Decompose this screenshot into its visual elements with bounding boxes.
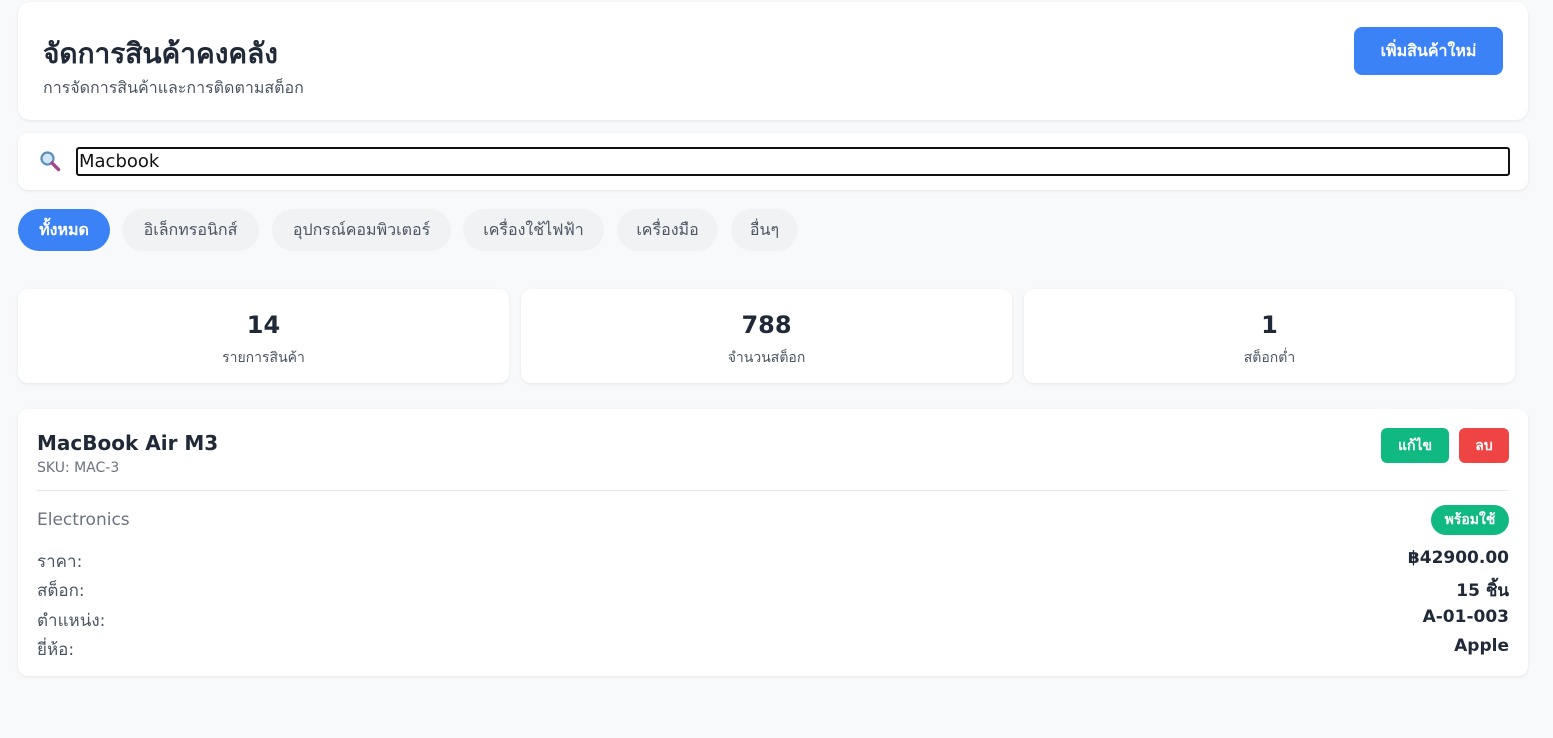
search-input[interactable]: [76, 147, 1510, 176]
tab-all[interactable]: ทั้งหมด: [18, 209, 110, 251]
product-card: MacBook Air M3 SKU: MAC-3 แก้ไข ลบ Elect…: [18, 409, 1528, 676]
product-category: Electronics: [37, 510, 130, 530]
tab-computer-equipment[interactable]: อุปกรณ์คอมพิวเตอร์: [272, 209, 451, 251]
search-bar: [18, 133, 1528, 190]
stat-label: รายการสินค้า: [222, 350, 305, 366]
stat-value: 14: [246, 311, 281, 339]
search-icon: [39, 150, 61, 172]
detail-row-stock: สต็อก: 15 ชิ้น: [37, 577, 1509, 601]
tab-appliances[interactable]: เครื่องใช้ไฟฟ้า: [463, 209, 604, 251]
product-sku: SKU: MAC-3: [37, 460, 120, 476]
detail-label: ตำแหน่ง:: [37, 611, 106, 631]
detail-row-location: ตำแหน่ง: A-01-003: [37, 607, 1509, 631]
stat-value: 788: [741, 311, 792, 339]
detail-value: A-01-003: [1422, 607, 1509, 627]
page-subtitle: การจัดการสินค้าและการติดตามสต็อก: [43, 78, 304, 97]
header-card: จัดการสินค้าคงคลัง การจัดการสินค้าและการ…: [18, 2, 1528, 120]
page-title: จัดการสินค้าคงคลัง: [43, 37, 278, 70]
detail-value: ฿42900.00: [1407, 548, 1509, 568]
tab-electronics[interactable]: อิเล็กทรอนิกส์: [122, 209, 259, 251]
stat-label: จำนวนสต็อก: [727, 350, 806, 366]
delete-button[interactable]: ลบ: [1459, 428, 1509, 463]
product-name: MacBook Air M3: [37, 431, 219, 455]
detail-row-price: ราคา: ฿42900.00: [37, 548, 1509, 572]
stat-card-items: 14 รายการสินค้า: [18, 289, 509, 383]
detail-label: ราคา:: [37, 552, 83, 572]
stat-card-low-stock: 1 สต็อกต่ำ: [1024, 289, 1515, 383]
status-badge: พร้อมใช้: [1431, 505, 1509, 535]
tab-tools[interactable]: เครื่องมือ: [617, 209, 718, 251]
edit-button[interactable]: แก้ไข: [1381, 428, 1449, 463]
detail-value: 15 ชิ้น: [1456, 581, 1509, 601]
detail-label: ยี่ห้อ:: [37, 640, 75, 660]
stat-label: สต็อกต่ำ: [1243, 350, 1296, 366]
detail-label: สต็อก:: [37, 581, 85, 601]
stat-card-stock: 788 จำนวนสต็อก: [521, 289, 1012, 383]
stat-value: 1: [1261, 311, 1278, 339]
tab-others[interactable]: อื่นๆ: [731, 209, 798, 251]
detail-value: Apple: [1454, 636, 1509, 656]
add-product-button[interactable]: เพิ่มสินค้าใหม่: [1354, 27, 1503, 75]
divider: [37, 490, 1509, 491]
detail-row-brand: ยี่ห้อ: Apple: [37, 636, 1509, 660]
